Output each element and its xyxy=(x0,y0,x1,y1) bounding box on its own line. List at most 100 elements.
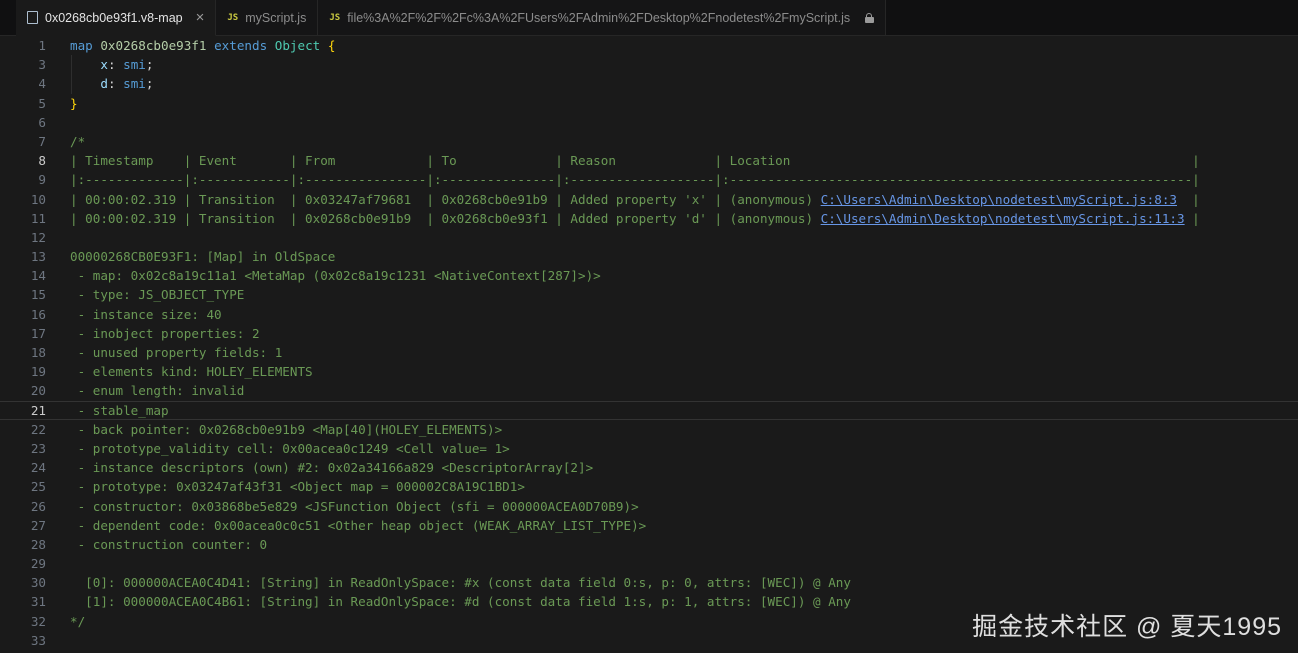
code-line-11[interactable]: 11 | 00:00:02.319 | Transition | 0x0268cb… xyxy=(0,209,1298,228)
code-token: - prototype: 0x03247af43f31 <Object map … xyxy=(70,479,525,494)
code-text: - unused property fields: 1 xyxy=(70,343,282,362)
code-token: { xyxy=(328,38,336,53)
line-number[interactable]: 8 xyxy=(0,151,46,170)
code-line-26[interactable]: 26 - constructor: 0x03868be5e829 <JSFunc… xyxy=(0,497,1298,516)
code-line-28[interactable]: 28 - construction counter: 0 xyxy=(0,535,1298,554)
line-number[interactable]: 5 xyxy=(0,94,46,113)
line-number[interactable]: 19 xyxy=(0,362,46,381)
code-line-12[interactable]: 12 xyxy=(0,228,1298,247)
file-link[interactable]: C:\Users\Admin\Desktop\nodetest\myScript… xyxy=(821,192,1177,207)
code-line-15[interactable]: 15 - type: JS_OBJECT_TYPE xyxy=(0,285,1298,304)
code-token: - prototype_validity cell: 0x00acea0c124… xyxy=(70,441,510,456)
code-line-29[interactable]: 29 xyxy=(0,554,1298,573)
line-number[interactable]: 4 xyxy=(0,74,46,93)
code-line-18[interactable]: 18 - unused property fields: 1 xyxy=(0,343,1298,362)
code-line-22[interactable]: 22 - back pointer: 0x0268cb0e91b9 <Map[4… xyxy=(0,420,1298,439)
code-token xyxy=(70,76,100,91)
code-line-3[interactable]: 3 x: smi; xyxy=(0,55,1298,74)
line-number[interactable]: 3 xyxy=(0,55,46,74)
code-token: ; xyxy=(146,57,154,72)
code-line-16[interactable]: 16 - instance size: 40 xyxy=(0,305,1298,324)
line-number[interactable]: 29 xyxy=(0,554,46,573)
code-line-6[interactable]: 6 xyxy=(0,113,1298,132)
line-number[interactable]: 27 xyxy=(0,516,46,535)
line-number[interactable]: 31 xyxy=(0,592,46,611)
code-token: [0]: 000000ACEA0C4D41: [String] in ReadO… xyxy=(70,575,851,590)
line-number[interactable]: 24 xyxy=(0,458,46,477)
line-number[interactable]: 18 xyxy=(0,343,46,362)
code-token: - type: JS_OBJECT_TYPE xyxy=(70,287,244,302)
code-text: - constructor: 0x03868be5e829 <JSFunctio… xyxy=(70,497,639,516)
code-line-13[interactable]: 13 00000268CB0E93F1: [Map] in OldSpace xyxy=(0,247,1298,266)
line-number[interactable]: 20 xyxy=(0,381,46,400)
code-line-19[interactable]: 19 - elements kind: HOLEY_ELEMENTS xyxy=(0,362,1298,381)
code-line-8[interactable]: 8 | Timestamp | Event | From | To | Reaso… xyxy=(0,151,1298,170)
code-line-20[interactable]: 20 - enum length: invalid xyxy=(0,381,1298,400)
code-text: - elements kind: HOLEY_ELEMENTS xyxy=(70,362,313,381)
file-link[interactable]: C:\Users\Admin\Desktop\nodetest\myScript… xyxy=(821,211,1185,226)
editor[interactable]: 1map 0x0268cb0e93f1 extends Object {3 x:… xyxy=(0,36,1298,653)
code-line-4[interactable]: 4 d: smi; xyxy=(0,74,1298,93)
code-token: 00000268CB0E93F1: [Map] in OldSpace xyxy=(70,249,335,264)
line-number[interactable]: 12 xyxy=(0,228,46,247)
line-number[interactable]: 25 xyxy=(0,477,46,496)
code-line-27[interactable]: 27 - dependent code: 0x00acea0c0c51 <Oth… xyxy=(0,516,1298,535)
line-number[interactable]: 33 xyxy=(0,631,46,650)
line-number[interactable]: 15 xyxy=(0,285,46,304)
code-line-23[interactable]: 23 - prototype_validity cell: 0x00acea0c… xyxy=(0,439,1298,458)
lock-icon xyxy=(864,13,874,23)
file-icon xyxy=(27,11,38,24)
line-number[interactable]: 11 xyxy=(0,209,46,228)
code-line-5[interactable]: 5} xyxy=(0,94,1298,113)
code-line-21[interactable]: 21 - stable_map xyxy=(0,401,1298,420)
line-number[interactable]: 7 xyxy=(0,132,46,151)
tab-label: file%3A%2F%2F%2Fc%3A%2FUsers%2FAdmin%2FD… xyxy=(347,11,850,25)
line-number[interactable]: 23 xyxy=(0,439,46,458)
code-text: /* xyxy=(70,132,85,151)
code-text: | Timestamp | Event | From | To | Reason… xyxy=(70,151,1200,170)
watermark: 掘金技术社区 @ 夏天1995 xyxy=(972,607,1282,643)
code-token: | Timestamp | Event | From | To | Reason… xyxy=(70,153,1200,168)
tab-file-url[interactable]: JSfile%3A%2F%2F%2Fc%3A%2FUsers%2FAdmin%2… xyxy=(318,0,886,35)
indent-guide xyxy=(71,55,72,74)
line-number[interactable]: 32 xyxy=(0,612,46,631)
code-text: - dependent code: 0x00acea0c0c51 <Other … xyxy=(70,516,646,535)
code-token: : xyxy=(108,76,116,91)
line-number[interactable]: 22 xyxy=(0,420,46,439)
code-token xyxy=(320,38,328,53)
tab-label: myScript.js xyxy=(245,11,306,25)
line-number[interactable]: 16 xyxy=(0,305,46,324)
code-line-25[interactable]: 25 - prototype: 0x03247af43f31 <Object m… xyxy=(0,477,1298,496)
line-number[interactable]: 6 xyxy=(0,113,46,132)
code-token: - elements kind: HOLEY_ELEMENTS xyxy=(70,364,313,379)
line-number[interactable]: 28 xyxy=(0,535,46,554)
code-token: : xyxy=(108,57,116,72)
line-number[interactable]: 30 xyxy=(0,573,46,592)
line-number[interactable]: 9 xyxy=(0,170,46,189)
close-icon[interactable]: × xyxy=(196,10,205,25)
code-line-10[interactable]: 10| 00:00:02.319 | Transition | 0x03247a… xyxy=(0,190,1298,209)
tab-v8-map[interactable]: 0x0268cb0e93f1.v8-map× xyxy=(16,0,216,36)
line-number[interactable]: 10 xyxy=(0,190,46,209)
code-text: - stable_map xyxy=(70,401,169,420)
code-line-17[interactable]: 17 - inobject properties: 2 xyxy=(0,324,1298,343)
line-number[interactable]: 21 xyxy=(0,401,46,420)
code-line-9[interactable]: 9|:-------------|:------------|:--------… xyxy=(0,170,1298,189)
code-line-30[interactable]: 30 [0]: 000000ACEA0C4D41: [String] in Re… xyxy=(0,573,1298,592)
code-line-7[interactable]: 7 /* xyxy=(0,132,1298,151)
line-number[interactable]: 17 xyxy=(0,324,46,343)
tab-myscript-js[interactable]: JSmyScript.js xyxy=(216,0,318,35)
line-number[interactable]: 13 xyxy=(0,247,46,266)
line-number[interactable]: 1 xyxy=(0,36,46,55)
code-text: - map: 0x02c8a19c11a1 <MetaMap (0x02c8a1… xyxy=(70,266,601,285)
line-number[interactable]: 14 xyxy=(0,266,46,285)
code-line-14[interactable]: 14 - map: 0x02c8a19c11a1 <MetaMap (0x02c… xyxy=(0,266,1298,285)
code-token xyxy=(267,38,275,53)
code-token xyxy=(70,57,100,72)
code-text: x: smi; xyxy=(70,55,153,74)
code-text: | 00:00:02.319 | Transition | 0x0268cb0e… xyxy=(70,209,1200,228)
code-line-1[interactable]: 1map 0x0268cb0e93f1 extends Object { xyxy=(0,36,1298,55)
code-line-24[interactable]: 24 - instance descriptors (own) #2: 0x02… xyxy=(0,458,1298,477)
code-token: - instance size: 40 xyxy=(70,307,222,322)
line-number[interactable]: 26 xyxy=(0,497,46,516)
